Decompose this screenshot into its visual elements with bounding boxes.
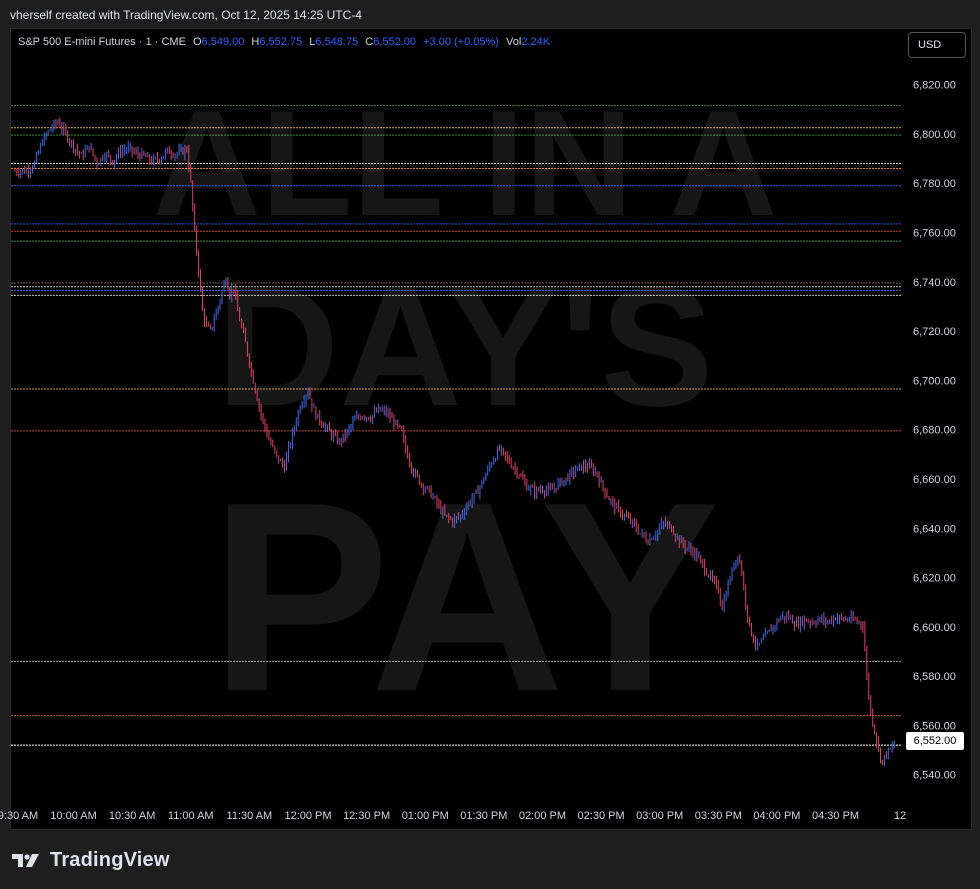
open-key: O (192, 36, 202, 48)
price-tick-label: 6,620.00 (913, 573, 956, 585)
low-value: 6,548.75 (315, 36, 359, 48)
price-tick-label: 6,760.00 (913, 228, 956, 240)
time-tick-label: 02:00 PM (519, 810, 566, 822)
price-tick-label: 6,580.00 (913, 671, 956, 683)
price-tick-label: 6,800.00 (913, 129, 956, 141)
price-tick-label: 6,820.00 (913, 80, 956, 92)
price-tick-label: 6,680.00 (913, 425, 956, 437)
currency-button[interactable]: USD (908, 32, 966, 58)
price-tick-label: 6,600.00 (913, 622, 956, 634)
price-tick-label: 6,660.00 (913, 474, 956, 486)
watermark-line: DAY'S (216, 252, 713, 442)
price-tick-label: 6,560.00 (913, 720, 956, 732)
time-tick-label: 01:30 PM (460, 810, 507, 822)
volume-value: 2.24K (521, 36, 551, 48)
watermark: ALL IN ADAY'SPAY (153, 79, 778, 748)
change-value: +3.00 (+0.05%) (423, 36, 499, 48)
time-tick-label: 12:30 PM (343, 810, 390, 822)
tradingview-logo-icon (12, 854, 39, 867)
price-tick-label: 6,740.00 (913, 277, 956, 289)
time-tick-label: 04:00 PM (753, 810, 800, 822)
time-tick-label: 10:00 AM (50, 810, 96, 822)
price-tick-label: 6,700.00 (913, 375, 956, 387)
price-tick-label: 6,780.00 (913, 178, 956, 190)
symbol-name: S&P 500 E-mini Futures · 1 · CME (18, 36, 186, 48)
price-tick-label: 6,640.00 (913, 523, 956, 535)
time-tick-label: 09:30 AM (0, 810, 38, 822)
watermark-line: PAY (210, 447, 720, 748)
time-tick-label: 12 (894, 810, 906, 822)
price-tick-label: 6,720.00 (913, 326, 956, 338)
price-tick-label: 6,540.00 (913, 770, 956, 782)
time-axis[interactable]: 09:30 AM 10:00 AM 10:30 AM 11:00 AM 11:30 AM… (0, 810, 906, 822)
time-tick-label: 01:00 PM (402, 810, 449, 822)
price-axis[interactable]: 6,820.00 6,800.00 6,780.00 6,760.00 6,740.00… (913, 80, 956, 782)
last-price-label: 6,552.00 (906, 732, 964, 750)
tradingview-brand[interactable]: TradingView (12, 846, 170, 874)
close-value: 6,552.00 (373, 36, 417, 48)
high-value: 6,552.75 (259, 36, 303, 48)
time-tick-label: 11:30 AM (227, 810, 273, 822)
price-chart[interactable]: ALL IN ADAY'SPAY 6,820.00 6,800.00 6,780.0… (0, 0, 980, 889)
open-value: 6,549.00 (201, 36, 245, 48)
time-tick-label: 02:30 PM (578, 810, 625, 822)
time-tick-label: 04:30 PM (812, 810, 859, 822)
tradingview-wordmark: TradingView (50, 848, 170, 871)
time-tick-label: 03:00 PM (636, 810, 683, 822)
time-tick-label: 03:30 PM (695, 810, 742, 822)
volume-key: Vol (506, 36, 522, 48)
time-tick-label: 10:30 AM (109, 810, 155, 822)
time-tick-label: 11:00 AM (168, 810, 214, 822)
time-tick-label: 12:00 PM (284, 810, 331, 822)
symbol-legend: S&P 500 E-mini Futures · 1 · CME O6,549.… (18, 36, 550, 48)
watermark-line: ALL IN A (153, 79, 778, 247)
